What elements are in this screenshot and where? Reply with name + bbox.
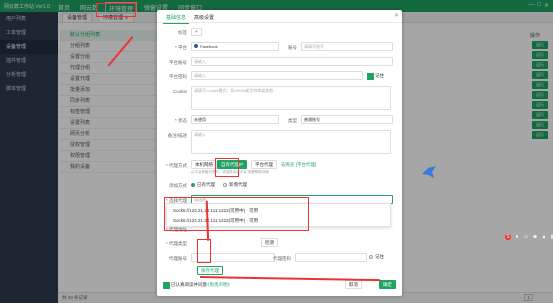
annotation-box <box>215 158 239 177</box>
proxy-option-local[interactable]: 本机网络 <box>191 160 217 169</box>
remember-proxy-option[interactable]: 记住 <box>369 254 384 260</box>
platform-value: Facebook <box>200 44 218 49</box>
save-proxy-button[interactable]: 保存代理 <box>197 266 223 275</box>
radio-existing-proxy[interactable]: 已有代理 <box>191 182 215 188</box>
platform-password-label: 平台密码 <box>169 74 187 79</box>
cookie-label: Cookie <box>172 89 187 94</box>
bird-icon <box>422 166 436 178</box>
proxy-password-input[interactable] <box>295 253 367 262</box>
proxy-username-label: 代理账号 <box>169 256 187 261</box>
s-icon[interactable]: S <box>505 234 511 240</box>
platform-account-input[interactable]: 请输入 <box>191 57 393 66</box>
mic-icon[interactable]: ● <box>514 234 520 240</box>
remember-label: 记住 <box>375 73 384 78</box>
radio-dot <box>369 255 373 259</box>
disclaimer-link[interactable]: 《免责声明》 <box>205 282 232 288</box>
proxy-option-platform[interactable]: 平台代理 <box>251 160 277 169</box>
facebook-icon <box>194 44 198 48</box>
platform-account-label: 平台账号 <box>169 60 187 65</box>
add-tag-button[interactable]: + <box>191 28 202 36</box>
chat-icon[interactable]: ◙ <box>532 234 538 240</box>
tab-advanced-settings[interactable]: 高级设置 <box>191 12 217 23</box>
remark-textarea[interactable]: 请输入 <box>191 130 391 154</box>
buy-proxy-link[interactable]: 去购买 [平台代理] <box>281 162 316 168</box>
status-label: * 状态 <box>174 118 187 123</box>
radio-new-label: 新增代理 <box>229 182 247 187</box>
edit-environment-modal: 基础信息 高级设置 ✕ 标签 + * 平台 Facebook 账号 请填写账号 … <box>157 10 402 296</box>
detect-button[interactable]: 检测 <box>261 238 278 247</box>
annotation-box <box>164 197 309 231</box>
remark-label: 备注/描述 <box>167 133 187 138</box>
platform-select[interactable]: Facebook <box>191 42 279 51</box>
account-input[interactable]: 请填写账号 <box>301 42 393 51</box>
shirt-icon[interactable]: ▲ <box>541 234 547 240</box>
proxy-password-label: 代理密码 <box>273 256 291 261</box>
tag-label: 标签 <box>178 30 187 35</box>
type-label: 类型 <box>288 118 297 123</box>
proxy-source-label: 添加方式 <box>169 183 187 188</box>
agree-checkbox[interactable] <box>163 282 170 289</box>
tab-basic-info[interactable]: 基础信息 <box>163 12 190 24</box>
cookie-textarea[interactable]: 请填写Cookie格式：如JSON或字符串或其他 <box>191 86 391 110</box>
status-select[interactable]: 未使用 <box>191 115 279 124</box>
platform-password-input[interactable]: 请输入 <box>191 71 363 80</box>
system-tray: S ● ▭ ◙ ▲ ▦ <box>505 234 553 240</box>
remember-password-checkbox[interactable] <box>367 73 374 80</box>
platform-label: * 平台 <box>174 45 187 50</box>
annotation-box <box>96 3 136 17</box>
proxy-type-label: * 代理类型 <box>165 241 187 246</box>
account-label: 账号 <box>288 45 297 50</box>
keyboard-icon[interactable]: ▭ <box>523 234 529 240</box>
close-icon[interactable]: ✕ <box>394 12 399 19</box>
confirm-button[interactable]: 确定 <box>379 280 396 289</box>
agree-label: 已认真阅读并同意 <box>171 282 207 287</box>
annotation-box <box>197 239 211 263</box>
radio-dot <box>191 183 195 187</box>
proxy-method-label: * 代理方式 <box>165 163 187 168</box>
modal-tabs: 基础信息 高级设置 ✕ <box>157 10 402 24</box>
remember-proxy-label: 记住 <box>375 254 384 259</box>
radio-dot <box>223 183 227 187</box>
type-select[interactable]: 普通账号 <box>301 115 393 124</box>
cancel-button[interactable]: 取消 <box>345 280 362 289</box>
radio-new-proxy[interactable]: 新增代理 <box>223 182 247 188</box>
radio-existing-label: 已有代理 <box>197 182 215 187</box>
